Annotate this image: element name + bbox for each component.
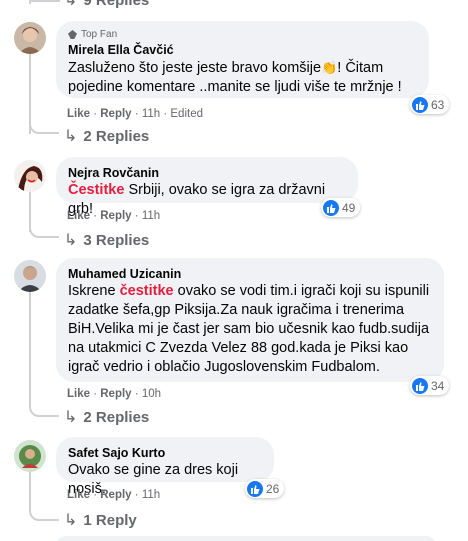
avatar[interactable]	[14, 440, 46, 472]
reply-arrow-icon: ↳	[64, 128, 78, 145]
reaction-count[interactable]: 34	[410, 376, 450, 395]
reply-arrow-icon: ↳	[64, 0, 78, 9]
view-replies-link[interactable]: ↳ 2 Replies	[64, 126, 149, 146]
edited-label: Edited	[170, 108, 203, 120]
clapping-hands-icon: 👏	[321, 60, 338, 75]
like-reaction-icon	[412, 377, 428, 394]
reply-arrow-icon: ↳	[64, 512, 78, 529]
thread-elbow	[29, 222, 59, 238]
avatar[interactable]	[14, 160, 46, 192]
reply-link[interactable]: Reply	[100, 388, 131, 400]
thread-elbow	[29, 118, 59, 134]
comment-bubble: Safet Sajo Kurto Ovako se gine za dres k…	[56, 437, 274, 497]
thread-elbow	[30, 0, 60, 2]
reply-link[interactable]: Reply	[100, 108, 131, 120]
tag-word: čestitke	[119, 283, 174, 299]
reply-link[interactable]: Reply	[100, 489, 131, 501]
comment-text: Zasluženo što jeste jeste bravo komšije👏…	[68, 60, 402, 95]
like-link[interactable]: Like	[67, 108, 90, 120]
like-reaction-icon	[323, 199, 339, 216]
comment-author[interactable]: Safet Sajo Kurto	[68, 445, 262, 461]
comment-bubble: Muhamed Uzicanin Iskrene čestitke ovako …	[56, 258, 444, 382]
timestamp[interactable]: 10h	[142, 388, 161, 400]
thread-line	[29, 290, 31, 408]
thread-line	[29, 470, 31, 510]
like-link[interactable]: Like	[67, 489, 90, 501]
comment-author[interactable]: Nejra Rovčanin	[68, 165, 346, 181]
top-fan-badge: Top Fan	[68, 29, 417, 40]
comment-meta: Like · Reply · 10h	[67, 388, 161, 400]
avatar[interactable]	[14, 260, 46, 292]
reply-arrow-icon: ↳	[64, 409, 78, 426]
like-reaction-icon	[247, 480, 263, 497]
view-replies-link[interactable]: ↳ 1 Reply	[64, 510, 137, 530]
like-link[interactable]: Like	[67, 210, 90, 222]
view-replies-link[interactable]: ↳ 2 Replies	[64, 407, 149, 427]
comment-meta: Like · Reply · 11h	[67, 489, 161, 501]
reaction-count[interactable]: 63	[410, 95, 450, 114]
reaction-count[interactable]: 26	[245, 479, 285, 498]
reply-arrow-icon: ↳	[64, 232, 78, 249]
comment-bubble: Nejra Rovčanin Čestitke Srbiji, ovako se…	[56, 157, 358, 217]
previous-replies-link[interactable]: ↳ 9 Replies	[64, 0, 149, 10]
timestamp[interactable]: 11h	[142, 108, 160, 120]
comment-meta: Like · Reply · 11h · Edited	[67, 108, 203, 120]
like-reaction-icon	[412, 96, 428, 113]
comment-bubble: Top Fan Mirela Ella Čavčić Zasluženo što…	[56, 21, 429, 98]
next-comment-bubble	[56, 536, 436, 541]
comment-text: Iskrene čestitke ovako se vodi tim.i igr…	[68, 283, 430, 375]
tag-word: Čestitke	[68, 182, 125, 198]
thread-elbow	[29, 505, 59, 521]
comment-author[interactable]: Mirela Ella Čavčić	[68, 42, 417, 58]
view-replies-link[interactable]: ↳ 3 Replies	[64, 230, 149, 250]
timestamp[interactable]: 11h	[142, 210, 160, 222]
reaction-count[interactable]: 49	[321, 198, 361, 217]
comment-meta: Like · Reply · 11h	[67, 210, 161, 222]
avatar[interactable]	[14, 22, 46, 54]
timestamp[interactable]: 11h	[142, 489, 160, 501]
reply-link[interactable]: Reply	[100, 210, 131, 222]
like-link[interactable]: Like	[67, 388, 90, 400]
top-fan-badge-icon	[68, 30, 77, 39]
comment-author[interactable]: Muhamed Uzicanin	[68, 266, 432, 282]
thread-elbow	[29, 401, 59, 417]
